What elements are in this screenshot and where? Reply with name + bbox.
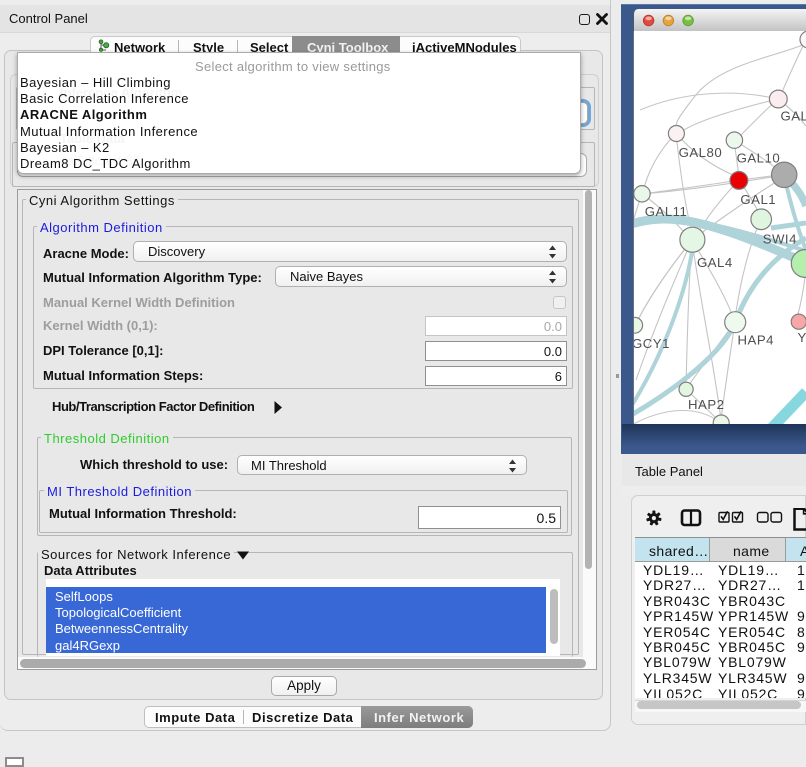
svg-text:SWI4: SWI4 bbox=[763, 232, 797, 247]
svg-text:HAP2: HAP2 bbox=[688, 397, 724, 412]
svg-text:GCY1: GCY1 bbox=[634, 336, 670, 351]
svg-text:GAL4: GAL4 bbox=[697, 255, 733, 270]
svg-text:GAL11: GAL11 bbox=[645, 204, 688, 219]
svg-text:GAL10: GAL10 bbox=[737, 151, 781, 166]
svg-text:HAP4: HAP4 bbox=[738, 333, 774, 348]
svg-text:GAL2: GAL2 bbox=[781, 108, 806, 123]
svg-text:Y: Y bbox=[798, 330, 806, 345]
svg-text:GAL1: GAL1 bbox=[740, 192, 776, 207]
svg-text:GAL80: GAL80 bbox=[679, 145, 723, 160]
